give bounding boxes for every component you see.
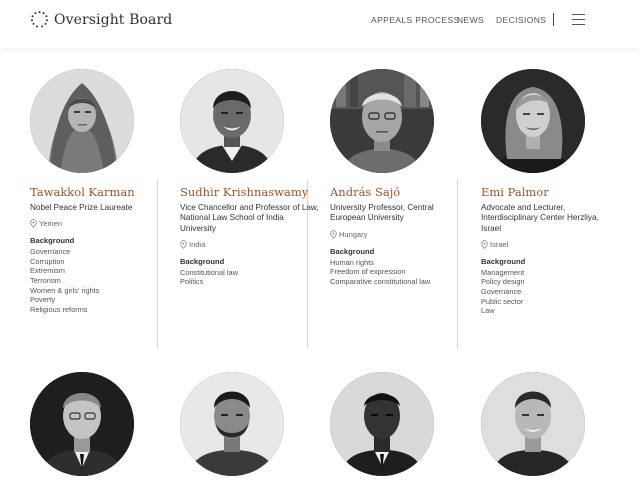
background-item: Terrorism [30,276,61,286]
member-role: Nobel Peace Prize Laureate [30,203,133,212]
background-heading: Background [330,246,375,256]
member-name[interactable]: Sudhir Krishnaswamy [180,185,320,199]
nav-appeals-process[interactable]: APPEALS PROCESS [371,15,460,25]
location-pin-icon [481,240,488,249]
background-item: Corruption [30,256,65,266]
member-photo[interactable] [330,69,434,173]
background-item: Public sector [481,296,524,306]
oversight-logo-icon [30,11,49,28]
member-card-sajo[interactable]: András Sajó University Professor, Centra… [330,69,470,286]
member-card-krishnaswamy[interactable]: Sudhir Krishnaswamy Vice Chancellor and … [180,69,320,287]
logo-text: Oversight Board [54,11,173,28]
background-item: Women & girls' rights [30,285,100,295]
background-list: Governance Corruption Extremism Terroris… [30,247,170,314]
background-item: Management [481,267,525,277]
member-card-palmor[interactable]: Emi Palmor Advocate and Lecturer, Interd… [481,69,621,316]
member-location-text: Israel [490,239,509,249]
background-item: Constitutional law [180,267,238,277]
member-location: Hungary [330,230,470,239]
background-item: Policy design [481,277,525,287]
location-pin-icon [330,229,337,239]
background-list: Constitutional law Politics [180,268,320,287]
hamburger-menu-icon[interactable] [572,13,585,25]
site-header: Oversight Board APPEALS PROCESS NEWS DEC… [0,0,640,48]
member-name[interactable]: András Sajó [330,185,470,199]
background-list: Management Policy design Governance Publ… [481,268,621,316]
member-photo[interactable] [481,69,585,173]
member-photo[interactable] [481,372,585,476]
background-item: Governance [481,287,522,297]
background-item: Religious reforms [30,304,88,314]
location-pin-icon [30,219,37,229]
nav-separator [553,13,554,26]
background-item: Human rights [330,257,374,267]
nav-news[interactable]: NEWS [457,15,484,25]
member-name[interactable]: Emi Palmor [481,185,621,199]
member-photo[interactable] [180,69,284,173]
member-location: Israel [481,240,621,249]
member-role: University Professor, Central European U… [330,203,434,223]
location-pin-icon [180,240,187,249]
member-card-karman[interactable]: Tawakkol Karman Nobel Peace Prize Laurea… [30,69,170,314]
member-location: Yemen [30,219,170,228]
member-role: Advocate and Lecturer, Interdisciplinary… [481,203,599,233]
background-item: Freedom of expression [330,267,406,277]
member-location-text: Hungary [339,229,368,239]
member-role: Vice Chancellor and Professor of Law, Na… [180,203,319,233]
member-location-text: India [189,239,206,249]
background-list: Human rights Freedom of expression Compa… [330,258,470,287]
member-photo[interactable] [180,372,284,476]
background-item: Extremism [30,266,65,276]
background-heading: Background [481,256,526,266]
member-photo[interactable] [30,69,134,173]
background-item: Politics [180,277,204,287]
member-location-text: Yemen [39,219,63,229]
member-name[interactable]: Tawakkol Karman [30,185,170,199]
member-photo[interactable] [30,372,134,476]
background-item: Poverty [30,295,56,305]
background-item: Comparative constitutional law [330,276,431,286]
nav-decisions[interactable]: DECISIONS [496,15,546,25]
member-photo[interactable] [330,372,434,476]
background-item: Governance [30,247,71,257]
member-location: India [180,240,320,249]
logo-link[interactable]: Oversight Board [30,10,172,29]
background-heading: Background [180,256,225,266]
background-heading: Background [30,236,75,246]
background-item: Law [481,306,495,316]
